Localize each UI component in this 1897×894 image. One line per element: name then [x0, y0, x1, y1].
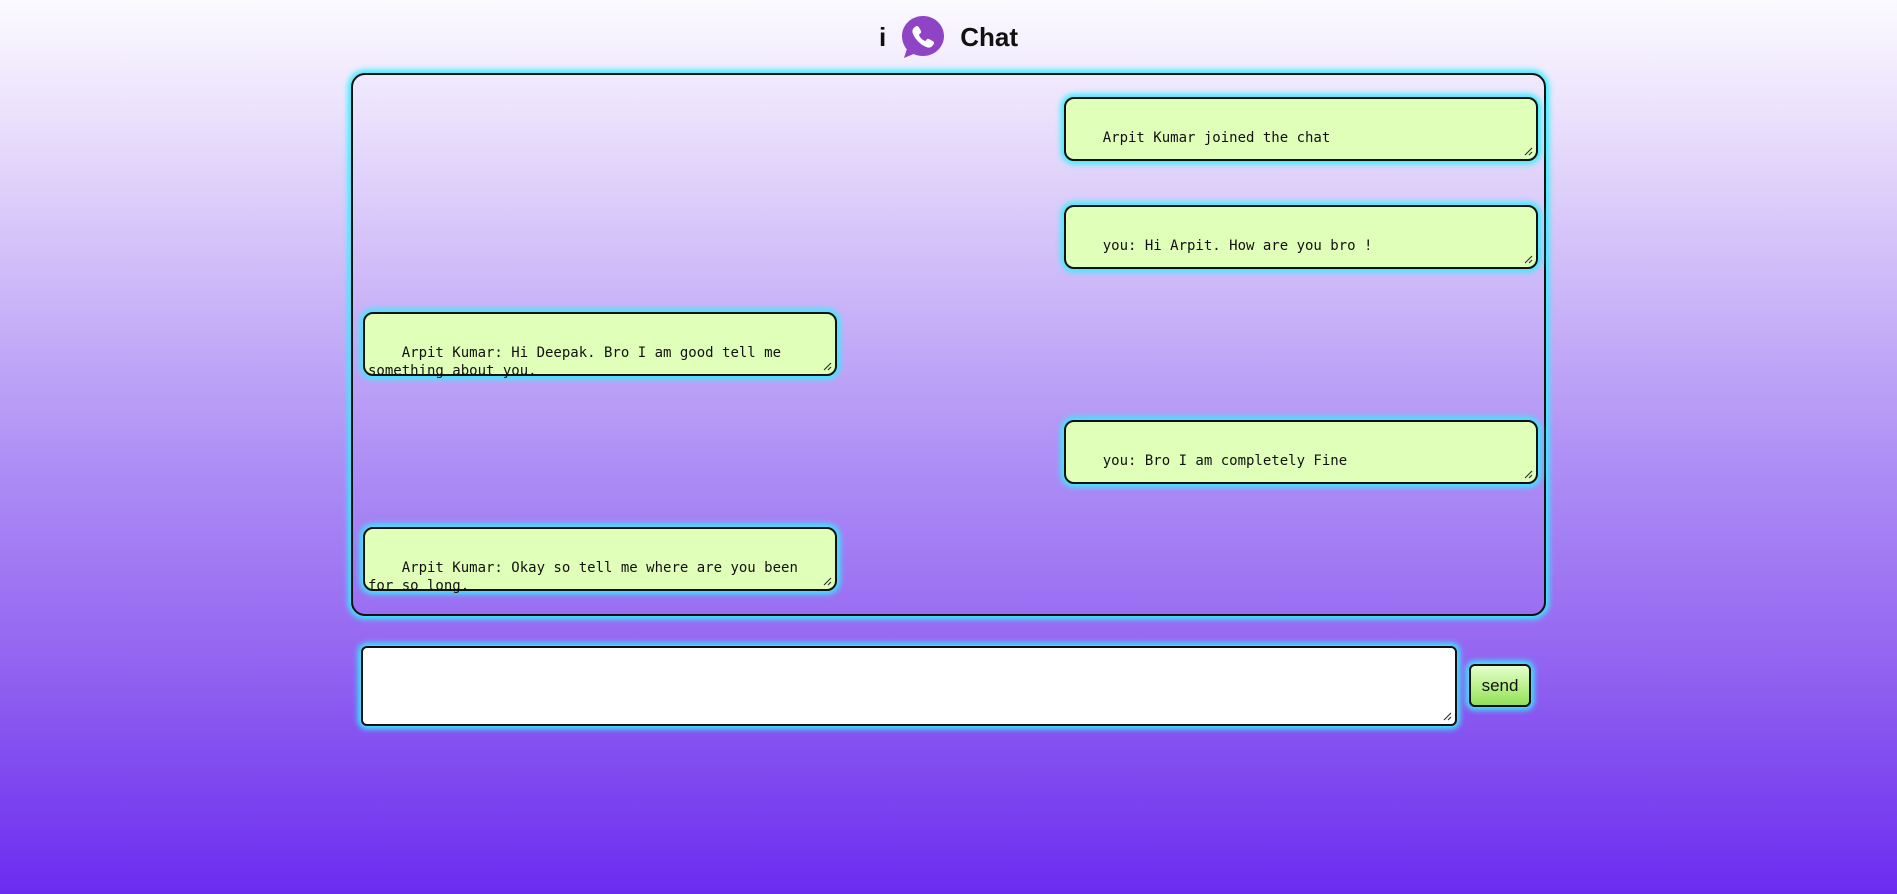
title-suffix: Chat: [960, 21, 1018, 52]
app-header: i Chat: [0, 8, 1897, 66]
message-text: Arpit Kumar: Okay so tell me where are y…: [368, 560, 807, 594]
message-text: Arpit Kumar: Hi Deepak. Bro I am good te…: [368, 345, 790, 379]
message-item[interactable]: you: Hi Arpit. How are you bro !: [1064, 205, 1538, 269]
message-text: Arpit Kumar joined the chat: [1102, 130, 1331, 146]
message-item[interactable]: Arpit Kumar joined the chat: [1064, 97, 1538, 161]
resize-handle-icon[interactable]: [822, 576, 832, 586]
message-item[interactable]: you: Bro I am completely Fine: [1064, 420, 1538, 484]
title-prefix: i: [878, 21, 887, 52]
send-button-label: send: [1481, 675, 1519, 695]
resize-handle-icon[interactable]: [1523, 469, 1533, 479]
resize-handle-icon[interactable]: [1442, 711, 1452, 721]
message-text: you: Bro I am completely Fine: [1102, 453, 1348, 469]
chat-container: Arpit Kumar joined the chat you: Hi Arpi…: [351, 73, 1546, 616]
resize-handle-icon[interactable]: [822, 361, 832, 371]
resize-handle-icon[interactable]: [1523, 146, 1533, 156]
resize-handle-icon[interactable]: [1523, 254, 1533, 264]
message-item[interactable]: Arpit Kumar: Hi Deepak. Bro I am good te…: [363, 312, 837, 379]
message-item[interactable]: Arpit Kumar: Okay so tell me where are y…: [363, 527, 837, 594]
message-text: you: Hi Arpit. How are you bro !: [1102, 238, 1373, 254]
viber-phone-bubble-icon: [902, 16, 945, 58]
message-input[interactable]: [361, 646, 1457, 726]
send-button[interactable]: send: [1469, 664, 1531, 707]
